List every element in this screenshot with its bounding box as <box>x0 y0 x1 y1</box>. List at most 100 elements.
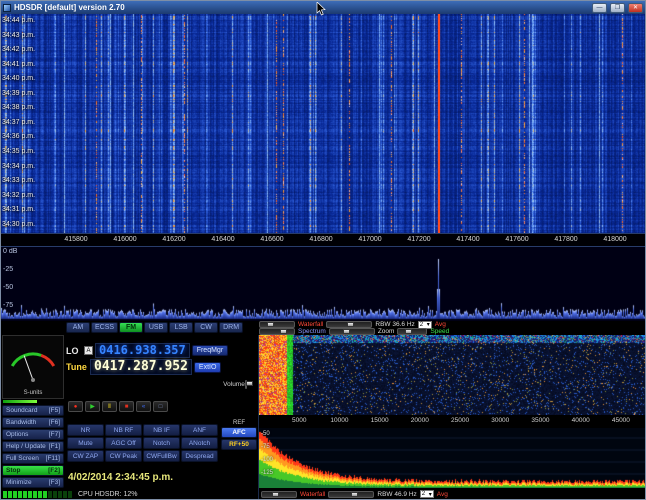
mode-button-drm[interactable]: DRM <box>219 322 243 333</box>
spectrum-db-label: -50 <box>3 284 13 291</box>
lo-lock-indicator[interactable]: A <box>84 346 93 355</box>
sidebar-button-options[interactable]: Options[F7] <box>2 429 64 440</box>
tune-frequency-display[interactable]: 0417.287.952 <box>90 359 192 375</box>
waterfall-canvas[interactable] <box>1 14 645 233</box>
dsp-button-nb-if[interactable]: NB IF <box>143 424 180 436</box>
speed-slider[interactable] <box>397 328 427 335</box>
dsp-button-nb-rf[interactable]: NB RF <box>105 424 142 436</box>
dsp-button-nr[interactable]: NR <box>67 424 104 436</box>
frequency-scale-label: 417400 <box>456 236 479 243</box>
dsp-button-despread[interactable]: Despread <box>181 450 218 462</box>
dsp-button-anf[interactable]: ANF <box>181 424 218 436</box>
transport-controls: ●▶Ⅱ■«□ <box>68 401 168 412</box>
sidebar-button-key: [F2] <box>48 467 60 474</box>
frequency-scale-label: 416600 <box>260 236 283 243</box>
display-controls-top: Waterfall RBW 36.6 Hz 2▾ Avg Spectrum Zo… <box>259 321 644 335</box>
main-waterfall-display[interactable]: 34:44 p.m.34:43 p.m.34:42 p.m.34:41 p.m.… <box>1 14 645 233</box>
cpu-meter <box>3 491 72 498</box>
mode-button-lsb[interactable]: LSB <box>169 322 193 333</box>
sidebar-button-help-update[interactable]: Help / Update[F1] <box>2 441 64 452</box>
stop-button[interactable]: ■ <box>119 401 134 412</box>
waterfall-time-label: 34:30 p.m. <box>2 221 35 228</box>
waterfall-brightness-slider[interactable] <box>259 321 295 328</box>
sidebar-button-stop[interactable]: Stop[F2] <box>2 465 64 476</box>
cpu-meter-segment <box>38 491 42 498</box>
afc-button[interactable]: AFC <box>221 427 257 438</box>
rf-avg-dropdown[interactable]: 2▾ <box>420 490 434 498</box>
waterfall-time-label: 34:36 p.m. <box>2 133 35 140</box>
display-controls-bottom: Waterfall RBW 46.9 Hz 2▾ Avg <box>261 489 644 499</box>
play-button[interactable]: ▶ <box>85 401 100 412</box>
mode-button-am[interactable]: AM <box>66 322 90 333</box>
zoom-slider[interactable] <box>329 328 375 335</box>
rf-waterfall-canvas[interactable] <box>259 335 646 415</box>
waterfall-contrast-slider[interactable] <box>326 321 372 328</box>
af-db-label: -50 <box>261 431 270 437</box>
rf-scale-label: 30000 <box>491 417 509 424</box>
freqmgr-button[interactable]: FreqMgr <box>192 345 228 356</box>
dsp-side-controls: REF AFC RF+50 <box>221 420 257 450</box>
frequency-scale-label: 415800 <box>64 236 87 243</box>
s-meter-dial <box>3 336 63 388</box>
rf-avg-label: Avg <box>437 491 448 498</box>
af-spectrum-display[interactable]: -50-75-100-125 <box>259 428 645 488</box>
rf-scale-label: 15000 <box>371 417 389 424</box>
dsp-button-cw-peak[interactable]: CW Peak <box>105 450 142 462</box>
maximize-button[interactable]: ❐ <box>610 3 625 13</box>
s-meter: S-units <box>2 335 64 399</box>
mode-button-strip: AMECSSFMUSBLSBCWDRM <box>66 322 243 333</box>
frequency-scale-label: 417000 <box>358 236 381 243</box>
dsp-button-agc-off[interactable]: AGC Off <box>105 437 142 449</box>
sidebar-button-key: [F5] <box>49 407 60 414</box>
dsp-button-anotch[interactable]: ANotch <box>181 437 218 449</box>
frequency-scale[interactable]: 4158004160004162004164004166004168004170… <box>1 233 645 246</box>
af-spectrum-canvas[interactable] <box>259 428 646 488</box>
sidebar-button-minimize[interactable]: Minimize[F3] <box>2 477 64 488</box>
hdsdr-window: HDSDR [default] version 2.70 — ❐ ✕ 34:44… <box>0 0 646 500</box>
minimize-button[interactable]: — <box>592 3 607 13</box>
cpu-meter-segment <box>63 491 67 498</box>
sidebar-button-label: Bandwidth <box>6 419 36 426</box>
close-button[interactable]: ✕ <box>628 3 643 13</box>
rf-frequency-scale[interactable]: 5000100001500020000250003000035000400004… <box>259 415 645 426</box>
af-db-label: -125 <box>261 470 273 476</box>
spectrum-label: Spectrum <box>298 328 326 335</box>
frequency-scale-label: 416800 <box>309 236 332 243</box>
sidebar-button-bandwidth[interactable]: Bandwidth[F6] <box>2 417 64 428</box>
datetime-display: 4/02/2014 2:34:45 p.m. <box>68 472 173 483</box>
main-spectrum-display[interactable]: 0 dB-25-50-75 <box>1 246 645 321</box>
volume-slider[interactable] <box>245 380 247 389</box>
sidebar-button-key: [F3] <box>49 479 60 486</box>
mode-button-ecss[interactable]: ECSS <box>91 322 118 333</box>
rf-waterfall-contrast-slider[interactable] <box>328 491 374 498</box>
sidebar-button-label: Full Screen <box>6 455 39 462</box>
mode-button-fm[interactable]: FM <box>119 322 143 333</box>
dsp-button-cw-zap[interactable]: CW ZAP <box>67 450 104 462</box>
waterfall-time-label: 34:39 p.m. <box>2 90 35 97</box>
sidebar-button-full-screen[interactable]: Full Screen[F11] <box>2 453 64 464</box>
pause-button[interactable]: Ⅱ <box>102 401 117 412</box>
af-db-label: -75 <box>261 444 270 450</box>
sidebar-button-soundcard[interactable]: Soundcard[F5] <box>2 405 64 416</box>
frequency-scale-label: 416000 <box>113 236 136 243</box>
cpu-meter-segment <box>3 491 7 498</box>
dsp-button-cwfullbw[interactable]: CWFullBw <box>143 450 180 462</box>
record-button[interactable]: ● <box>68 401 83 412</box>
lo-frequency-display[interactable]: 0416.938.357 <box>95 343 190 358</box>
spectrum-canvas[interactable] <box>1 247 645 321</box>
cpu-meter-segment <box>18 491 22 498</box>
rf-waterfall-brightness-slider[interactable] <box>261 491 297 498</box>
extio-button[interactable]: ExtIO <box>194 362 222 373</box>
dsp-button-mute[interactable]: Mute <box>67 437 104 449</box>
rewind-button[interactable]: « <box>136 401 151 412</box>
cpu-meter-segment <box>53 491 57 498</box>
rf-gain-button[interactable]: RF+50 <box>221 439 257 450</box>
spectrum-gain-slider[interactable] <box>259 328 295 335</box>
mode-button-cw[interactable]: CW <box>194 322 218 333</box>
open-button[interactable]: □ <box>153 401 168 412</box>
dsp-button-notch[interactable]: Notch <box>143 437 180 449</box>
cpu-meter-segment <box>43 491 47 498</box>
spectrum-db-label: 0 dB <box>3 248 17 255</box>
s-meter-label: S-units <box>3 390 63 396</box>
mode-button-usb[interactable]: USB <box>144 322 168 333</box>
